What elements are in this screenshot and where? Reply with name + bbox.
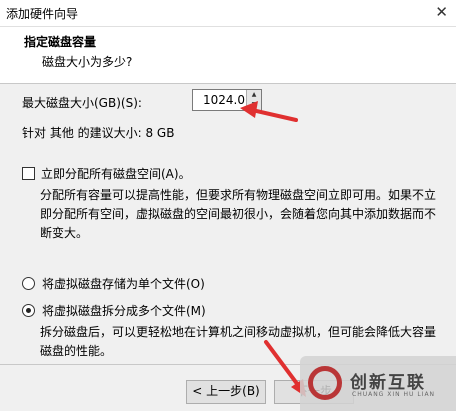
wizard-header: 指定磁盘容量 磁盘大小为多少? bbox=[0, 27, 456, 84]
allocate-description: 分配所有容量可以提高性能，但要求所有物理磁盘空间立即可用。如果不立即分配所有空间… bbox=[40, 188, 437, 240]
window-title: 添加硬件向导 bbox=[6, 7, 79, 21]
disk-size-spinner[interactable]: ▲ ▼ bbox=[192, 89, 262, 111]
disk-size-label: 最大磁盘大小(GB)(S): bbox=[22, 96, 142, 110]
spin-down-icon[interactable]: ▼ bbox=[246, 100, 261, 110]
watermark-subtext: CHUANG XIN HU LIAN bbox=[352, 391, 436, 398]
multi-file-option[interactable]: 将虚拟磁盘拆分成多个文件(M) bbox=[22, 302, 206, 319]
allocate-now-label[interactable]: 立即分配所有磁盘空间(A)。 bbox=[41, 165, 191, 182]
watermark: 创新互联 CHUANG XIN HU LIAN bbox=[300, 356, 456, 411]
page-title: 指定磁盘容量 bbox=[24, 35, 97, 49]
disk-size-input[interactable] bbox=[193, 90, 247, 110]
close-icon[interactable]: ✕ bbox=[435, 3, 448, 21]
single-file-label[interactable]: 将虚拟磁盘存储为单个文件(O) bbox=[42, 275, 205, 292]
watermark-logo-icon bbox=[308, 366, 342, 400]
title-bar: 添加硬件向导 ✕ bbox=[0, 0, 456, 27]
multi-file-label[interactable]: 将虚拟磁盘拆分成多个文件(M) bbox=[42, 302, 206, 319]
single-file-radio[interactable] bbox=[22, 277, 35, 290]
page-subtitle: 磁盘大小为多少? bbox=[42, 55, 133, 69]
multi-file-radio[interactable] bbox=[22, 304, 35, 317]
watermark-name: 创新互联 bbox=[350, 373, 426, 393]
single-file-option[interactable]: 将虚拟磁盘存储为单个文件(O) bbox=[22, 275, 205, 292]
allocate-now-checkbox[interactable] bbox=[22, 167, 35, 180]
back-button[interactable]: < 上一步(B) bbox=[186, 380, 266, 404]
allocate-now-option[interactable]: 立即分配所有磁盘空间(A)。 bbox=[22, 165, 191, 182]
recommended-size-text: 针对 其他 的建议大小: 8 GB bbox=[22, 126, 175, 140]
